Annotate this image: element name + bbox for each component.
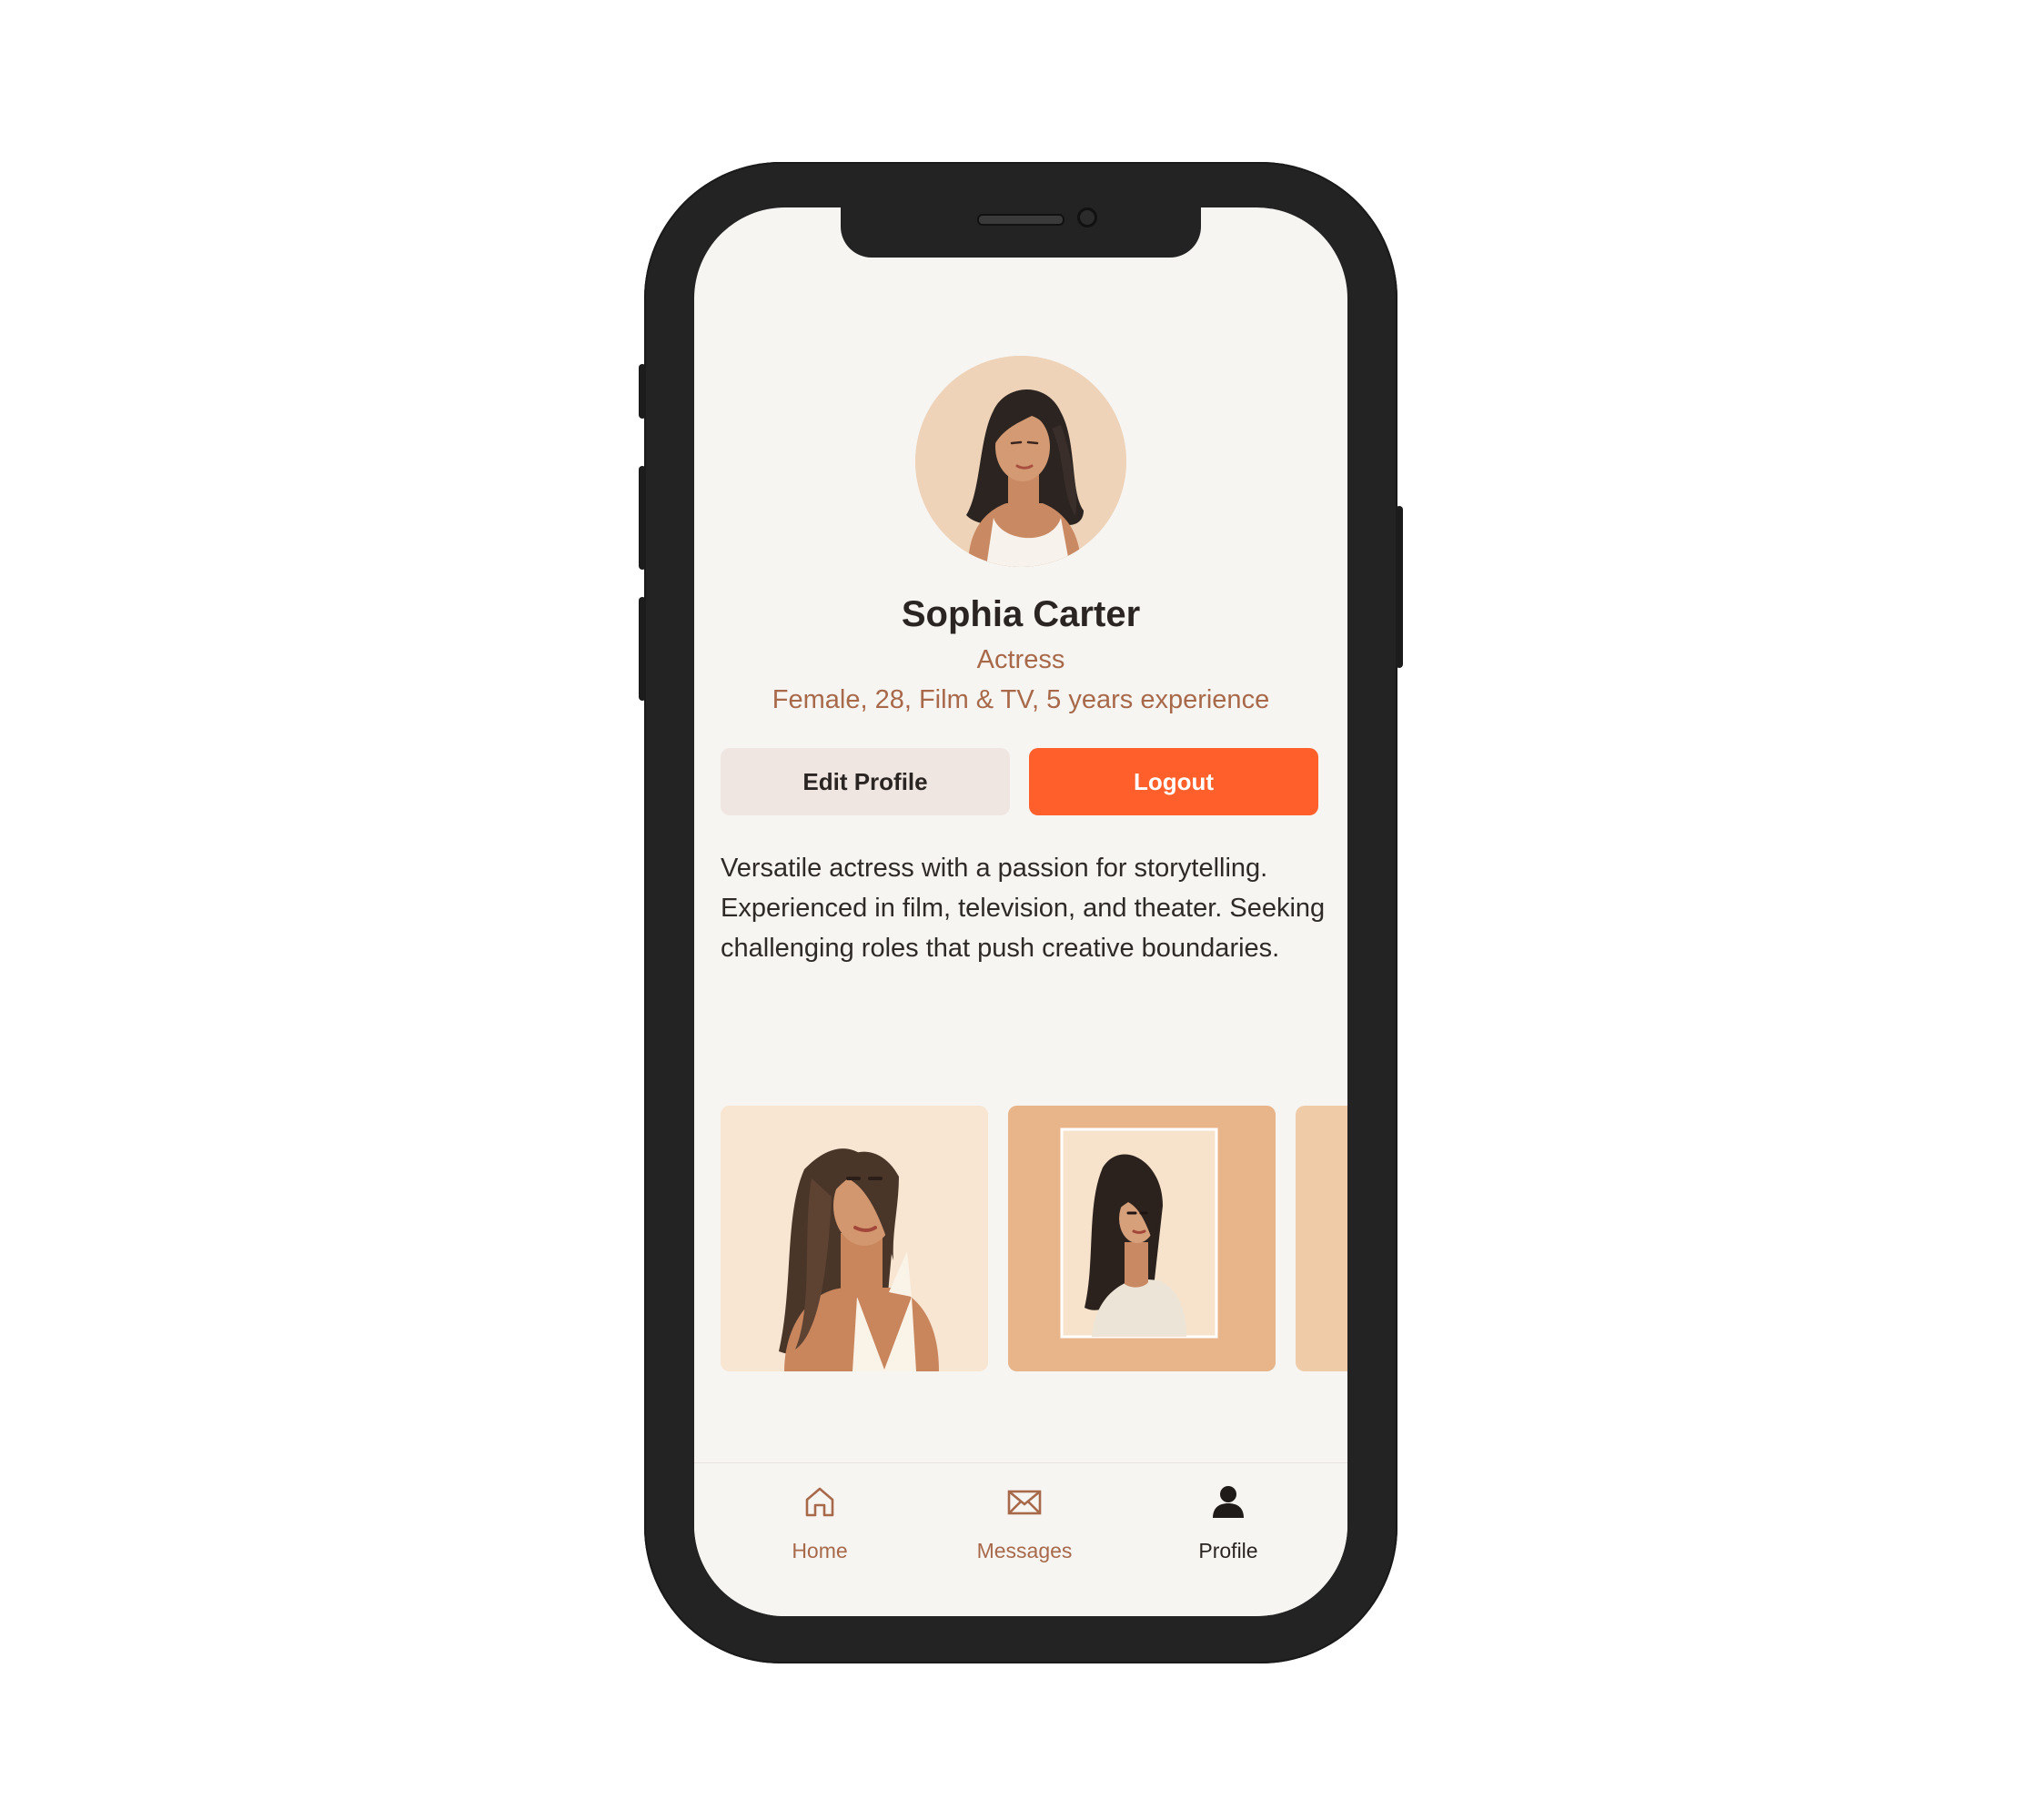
framed-portrait-illustration [1008,1106,1276,1371]
user-icon [1213,1486,1244,1518]
silent-switch [639,364,646,419]
bottom-tab-bar: Home Messages Profile [694,1462,1347,1616]
logout-button[interactable]: Logout [1029,748,1318,815]
profile-details: Female, 28, Film & TV, 5 years experienc… [772,685,1270,714]
app-screen: Sophia Carter Actress Female, 28, Film &… [694,207,1347,1616]
tab-profile[interactable]: Profile [1155,1483,1301,1565]
profile-avatar[interactable] [915,356,1126,567]
photo-gallery[interactable] [721,1106,1347,1371]
tab-home-label: Home [792,1539,848,1562]
envelope-icon [1007,1490,1042,1515]
gallery-photo-2[interactable] [1008,1106,1276,1371]
profile-bio: Versatile actress with a passion for sto… [721,854,1326,963]
tab-messages[interactable]: Messages [952,1483,1097,1565]
profile-name: Sophia Carter [901,594,1141,634]
tab-messages-label: Messages [976,1539,1073,1562]
portrait-illustration [721,1106,988,1371]
front-camera [1077,207,1097,228]
profile-role: Actress [976,645,1065,674]
gallery-photo-3[interactable] [1296,1106,1347,1371]
page: Sophia Carter Actress Female, 28, Film &… [0,0,2038,1820]
power-button [1396,506,1403,668]
volume-down-button [639,597,646,701]
avatar-portrait-illustration [915,356,1126,567]
tab-profile-label: Profile [1198,1539,1258,1562]
notch [841,207,1201,258]
tab-home[interactable]: Home [747,1483,893,1565]
home-icon [805,1487,834,1517]
volume-up-button [639,466,646,570]
speaker-grille [977,214,1064,226]
gallery-photo-1[interactable] [721,1106,988,1371]
edit-profile-button[interactable]: Edit Profile [721,748,1010,815]
